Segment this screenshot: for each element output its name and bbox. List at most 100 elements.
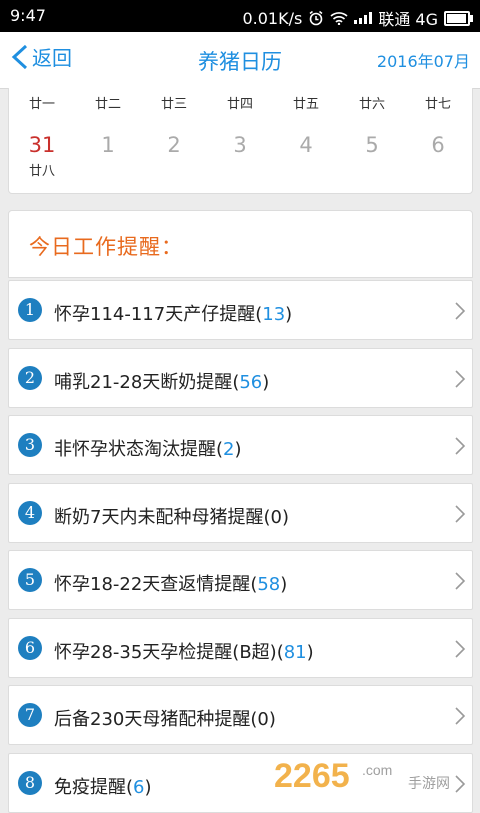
calendar-day[interactable]: 25 廿二 [75, 88, 141, 112]
reminder-label-text: 非怀孕状态淘汰提醒(2) [54, 439, 242, 460]
calendar-day[interactable]: 29 廿六 [339, 88, 405, 112]
calendar-day[interactable]: 2 [141, 133, 207, 179]
reminder-number-badge: 6 [18, 635, 42, 660]
reminder-number-badge: 4 [18, 500, 42, 525]
chevron-right-icon [455, 707, 466, 725]
reminder-number-badge: 2 [18, 365, 42, 390]
reminder-item[interactable]: 1 怀孕114-117天产仔提醒(13) [8, 280, 473, 340]
day-number: 25 [75, 88, 141, 90]
chevron-right-icon [455, 572, 466, 590]
day-number: 4 [299, 133, 313, 157]
lunar-date: 廿七 [424, 97, 451, 112]
reminder-label: 免疫提醒 [54, 776, 126, 798]
reminder-label: 非怀孕状态淘汰提醒 [54, 439, 216, 460]
app-header: 返回 养猪日历 2016年07月 [0, 32, 480, 89]
reminder-count: 13 [262, 304, 286, 325]
day-number: 28 [273, 88, 339, 90]
watermark-logo: 2265 .com 手游网 [274, 757, 450, 792]
reminder-count: 0 [270, 506, 282, 528]
lunar-date: 廿八 [28, 164, 55, 179]
calendar-day[interactable]: 24 廿一 [9, 88, 75, 112]
calendar-day[interactable]: 5 [339, 133, 405, 179]
lunar-date: 廿六 [358, 97, 385, 112]
reminder-item[interactable]: 7 后备230天母猪配种提醒(0) [8, 685, 473, 745]
reminder-label: 怀孕28-35天孕检提醒(B超) [54, 641, 277, 663]
lunar-date: 廿四 [226, 97, 253, 112]
day-number: 5 [365, 133, 379, 157]
day-number: 1 [101, 133, 115, 157]
reminder-count: 0 [257, 709, 269, 730]
status-bar: 9:47 0.01K/s 联通 4G [0, 0, 480, 32]
day-number: 2 [167, 133, 181, 157]
watermark-sub2: 手游网 [408, 776, 450, 792]
reminder-label-text: 断奶7天内未配种母猪提醒(0) [54, 506, 289, 528]
chevron-right-icon [455, 639, 466, 658]
calendar-day[interactable]: 4 [273, 133, 339, 179]
reminder-item[interactable]: 6 怀孕28-35天孕检提醒(B超)(81) [8, 617, 473, 678]
chevron-right-icon [455, 437, 466, 455]
chevron-right-icon [455, 504, 466, 523]
signal-icon [354, 12, 373, 24]
day-number: 31 [28, 133, 56, 157]
reminder-label: 怀孕18-22天查返情提醒 [54, 574, 251, 595]
calendar-day[interactable]: 6 [405, 133, 471, 179]
reminder-number-badge: 7 [18, 703, 42, 727]
reminder-item[interactable]: 2 哺乳21-28天断奶提醒(56) [8, 347, 473, 408]
lunar-date: 廿五 [292, 97, 319, 112]
day-number: 3 [233, 133, 247, 157]
reminder-number-badge: 8 [18, 770, 42, 795]
alarm-icon [309, 10, 323, 26]
calendar-week-row: 31 廿八 1 2 3 4 5 6 [9, 133, 472, 179]
reminder-label: 后备230天母猪配种提醒 [54, 709, 251, 730]
reminder-number-badge: 3 [18, 433, 42, 457]
section-title: 今日工作提醒： [29, 235, 183, 259]
reminder-count: 2 [223, 439, 235, 460]
day-number: 24 [9, 88, 75, 90]
reminder-count: 58 [257, 574, 281, 595]
calendar-day[interactable]: 1 [75, 133, 141, 179]
watermark-sub1: .com [362, 762, 392, 778]
wifi-icon [330, 12, 348, 25]
month-selector[interactable]: 2016年07月 [377, 48, 470, 72]
chevron-right-icon [455, 302, 466, 320]
reminder-card-header: 今日工作提醒： [8, 210, 473, 278]
calendar-grid: 24 廿一 25 廿二 26 廿三 27 廿四 28 廿五 29 廿六 30 廿七 31 廿八 1 2 3 4 5 6 [8, 88, 473, 194]
chevron-right-icon [455, 369, 466, 388]
reminder-label-text: 怀孕114-117天产仔提醒(13) [54, 304, 293, 325]
carrier-label: 联通 4G [378, 10, 438, 29]
reminder-count: 6 [133, 776, 145, 798]
day-number: 6 [431, 133, 445, 157]
reminder-label: 断奶7天内未配种母猪提醒 [54, 506, 264, 528]
watermark-main: 2265 [274, 757, 350, 792]
lunar-date: 廿三 [160, 97, 187, 112]
calendar-week-row: 24 廿一 25 廿二 26 廿三 27 廿四 28 廿五 29 廿六 30 廿七 [9, 88, 472, 112]
day-number: 29 [339, 88, 405, 90]
status-right: 0.01K/s 联通 4G [242, 6, 473, 30]
calendar-day[interactable]: 3 [207, 133, 273, 179]
day-number: 27 [207, 88, 273, 90]
lunar-date: 廿一 [28, 97, 55, 112]
calendar-day[interactable]: 31 廿八 [9, 133, 75, 179]
lunar-date: 廿二 [94, 97, 121, 112]
reminder-label-text: 怀孕18-22天查返情提醒(58) [54, 574, 288, 595]
reminder-number-badge: 5 [18, 568, 42, 592]
reminder-label: 怀孕114-117天产仔提醒 [54, 304, 256, 325]
reminder-item[interactable]: 3 非怀孕状态淘汰提醒(2) [8, 415, 473, 475]
reminder-label-text: 哺乳21-28天断奶提醒(56) [54, 371, 270, 393]
battery-icon [444, 10, 473, 26]
reminder-label-text: 免疫提醒(6) [54, 776, 152, 798]
reminder-label-text: 怀孕28-35天孕检提醒(B超)(81) [54, 641, 314, 663]
status-time: 9:47 [10, 6, 46, 25]
reminder-count: 56 [239, 371, 263, 393]
reminder-item[interactable]: 5 怀孕18-22天查返情提醒(58) [8, 550, 473, 610]
day-number: 26 [141, 88, 207, 90]
calendar-day[interactable]: 26 廿三 [141, 88, 207, 112]
reminder-label: 哺乳21-28天断奶提醒 [54, 371, 233, 393]
reminder-label-text: 后备230天母猪配种提醒(0) [54, 709, 276, 730]
calendar-day[interactable]: 28 廿五 [273, 88, 339, 112]
reminder-number-badge: 1 [18, 298, 42, 322]
calendar-day[interactable]: 27 廿四 [207, 88, 273, 112]
day-number: 30 [405, 88, 471, 90]
calendar-day[interactable]: 30 廿七 [405, 88, 471, 112]
reminder-item[interactable]: 4 断奶7天内未配种母猪提醒(0) [8, 482, 473, 543]
